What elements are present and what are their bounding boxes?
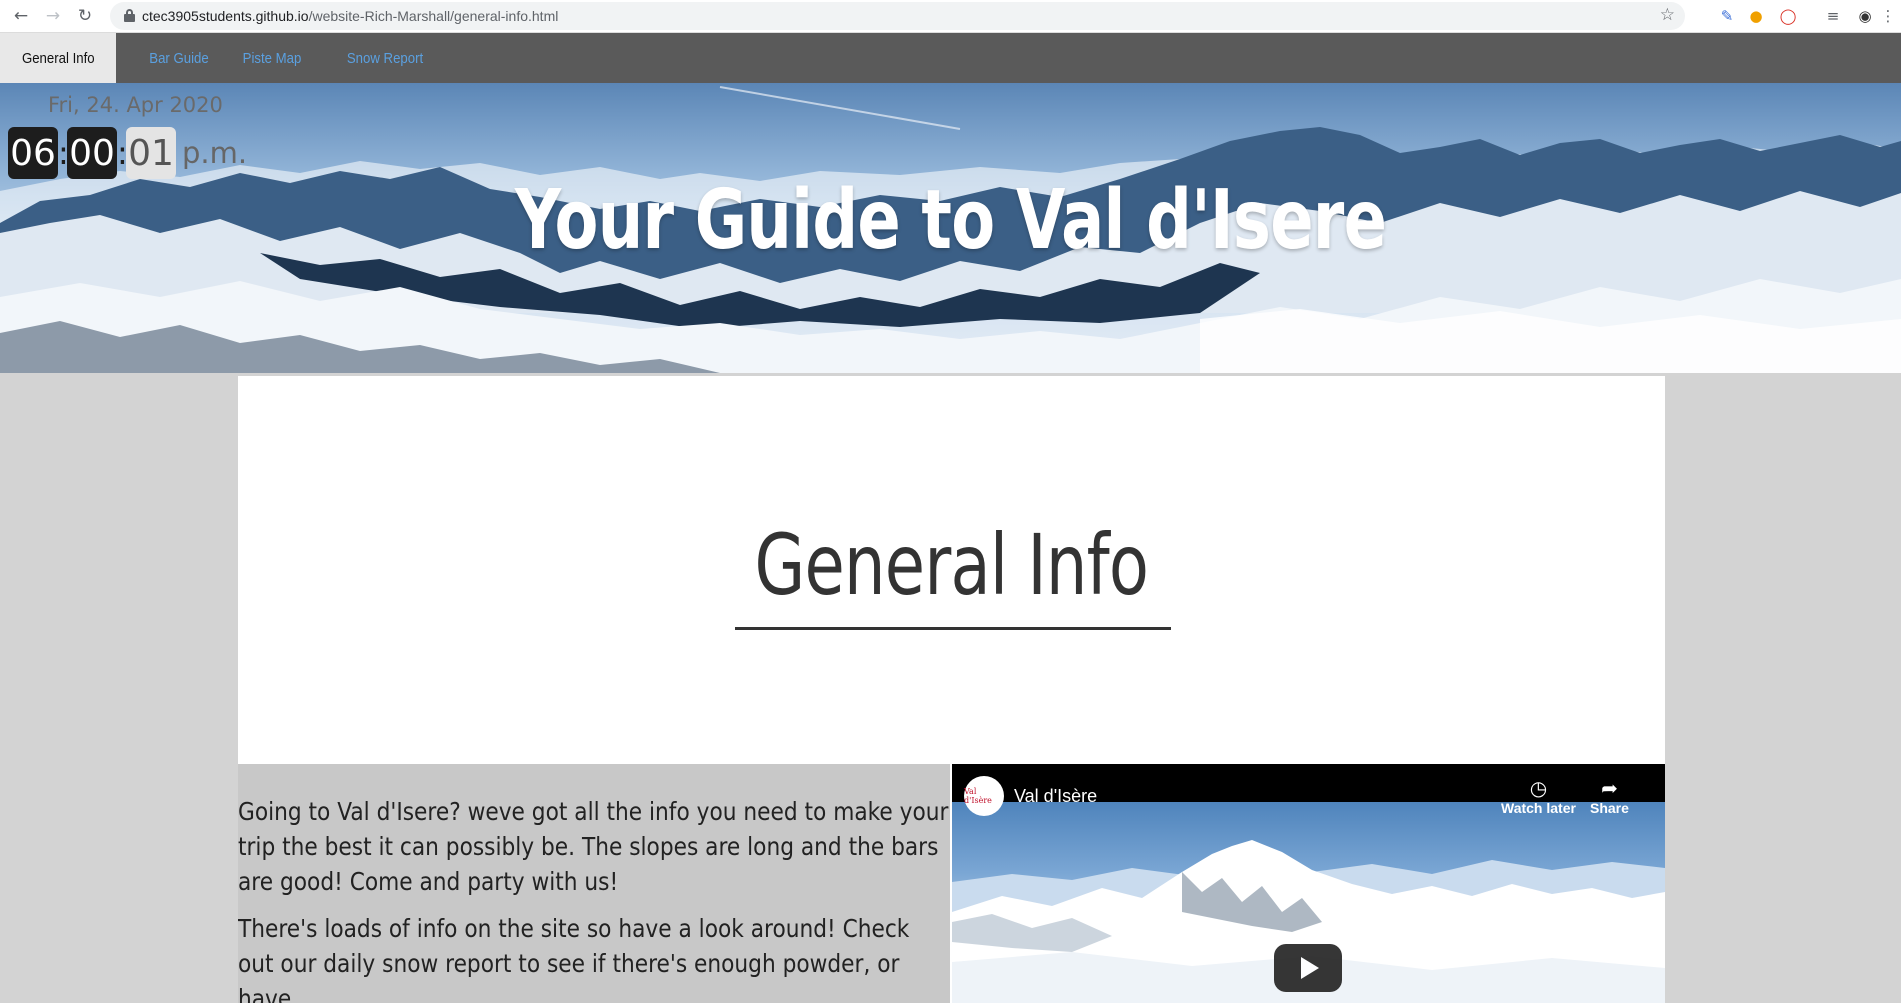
clock-seconds: 01 <box>126 127 176 179</box>
clock-separator: : <box>117 134 128 172</box>
address-bar[interactable]: ctec3905students.github.io/website-Rich-… <box>110 2 1685 30</box>
play-button[interactable] <box>1274 944 1342 992</box>
back-arrow-icon[interactable]: ← <box>8 3 34 29</box>
intro-paragraph: Going to Val d'Isere? weve got all the i… <box>238 797 949 896</box>
page-title: General Info <box>754 516 1149 614</box>
nav-general-info-label: General Info <box>21 49 95 67</box>
url-host: ctec3905students.github.io <box>142 8 309 24</box>
clock-minutes: 00 <box>67 127 117 179</box>
intro-paragraph: There's loads of info on the site so hav… <box>238 914 910 1003</box>
nav-general-info[interactable]: General Info <box>0 33 116 83</box>
clock-ampm: p.m. <box>182 136 248 170</box>
profile-avatar-icon[interactable]: ◉ <box>1854 5 1876 27</box>
play-icon <box>1301 957 1319 979</box>
clock-hours: 06 <box>8 127 58 179</box>
url-text[interactable]: ctec3905students.github.io/website-Rich-… <box>142 8 558 24</box>
lock-icon <box>124 9 135 22</box>
reload-icon[interactable]: ↻ <box>72 3 98 29</box>
hero-banner: Fri, 24. Apr 2020 06 : 00 : 01 p.m. Your… <box>0 83 1901 373</box>
page-heading: General Info <box>238 516 1665 614</box>
video-title[interactable]: Val d'Isère <box>1014 786 1097 807</box>
main-content: General Info Going to Val d'Isere? weve … <box>238 376 1665 1003</box>
current-date: Fri, 24. Apr 2020 <box>48 93 223 117</box>
intro-text-column: Going to Val d'Isere? weve got all the i… <box>238 764 950 1003</box>
extension-opera-icon[interactable]: ◯ <box>1777 5 1799 27</box>
nav-piste-map[interactable]: Piste Map <box>235 33 309 83</box>
extension-pen-icon[interactable]: ✎ <box>1716 5 1738 27</box>
watch-later-label: Watch later <box>1501 800 1576 816</box>
heading-underline <box>735 627 1171 630</box>
site-navigation: General Info Bar Guide Piste Map Snow Re… <box>0 33 1901 83</box>
reading-list-icon[interactable]: ≡ <box>1822 5 1844 27</box>
share-arrow-icon: ➦ <box>1601 776 1618 800</box>
channel-logo[interactable]: Val d'Isère <box>964 776 1004 816</box>
forward-arrow-icon[interactable]: → <box>40 3 66 29</box>
watch-later-button[interactable]: ◷ Watch later <box>1501 776 1576 816</box>
nav-bar-guide[interactable]: Bar Guide <box>132 33 225 83</box>
bookmark-star-icon[interactable]: ☆ <box>1660 5 1675 25</box>
extension-honey-icon[interactable]: ● <box>1745 5 1767 27</box>
youtube-video-embed[interactable]: Val d'Isère Val d'Isère ◷ Watch later ➦ … <box>952 764 1665 1003</box>
url-path: /website-Rich-Marshall/general-info.html <box>308 8 559 24</box>
digital-clock: 06 : 00 : 01 p.m. <box>8 127 247 179</box>
clock-separator: : <box>58 134 69 172</box>
clock-icon: ◷ <box>1529 776 1548 800</box>
nav-snow-report[interactable]: Snow Report <box>338 33 431 83</box>
browser-menu-icon[interactable]: ⋮ <box>1880 5 1896 27</box>
hero-title: Your Guide to Val d'Isere <box>0 173 1901 268</box>
share-label: Share <box>1590 800 1629 816</box>
share-button[interactable]: ➦ Share <box>1590 776 1629 816</box>
browser-toolbar: ← → ↻ ctec3905students.github.io/website… <box>0 0 1901 33</box>
hero-title-text: Your Guide to Val d'Isere <box>514 173 1387 268</box>
